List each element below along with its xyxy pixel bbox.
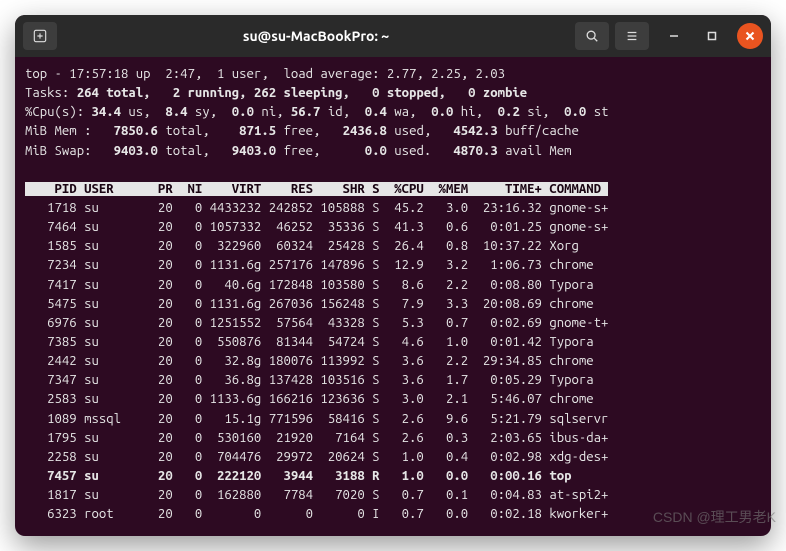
search-button[interactable] [575, 22, 609, 50]
tasks-line: Tasks: 264 total, 2 running, 262 sleepin… [25, 86, 527, 100]
process-row: 6976 su 20 0 1251552 57564 43328 S 5.3 0… [25, 316, 608, 330]
menu-button[interactable] [615, 22, 649, 50]
process-row: 2442 su 20 0 32.8g 180076 113992 S 3.6 2… [25, 354, 594, 368]
process-row: 1089 mssql 20 0 15.1g 771596 58416 S 2.6… [25, 412, 608, 426]
uptime-line: top - 17:57:18 up 2:47, 1 user, load ave… [25, 67, 505, 81]
process-row: 2258 su 20 0 704476 29972 20624 S 1.0 0.… [25, 450, 608, 464]
process-row: 1795 su 20 0 530160 21920 7164 S 2.6 0.3… [25, 431, 608, 445]
new-tab-icon [33, 29, 47, 43]
hamburger-icon [625, 29, 639, 43]
process-row: 2583 su 20 0 1133.6g 166216 123636 S 3.0… [25, 392, 594, 406]
process-row: 7385 su 20 0 550876 81344 54724 S 4.6 1.… [25, 335, 594, 349]
terminal-body[interactable]: top - 17:57:18 up 2:47, 1 user, load ave… [15, 57, 771, 536]
close-icon [745, 31, 755, 41]
process-row: 1718 su 20 0 4433232 242852 105888 S 45.… [25, 201, 608, 215]
close-button[interactable] [737, 23, 763, 49]
process-row: 7464 su 20 0 1057332 46252 35336 S 41.3 … [25, 220, 608, 234]
new-tab-button[interactable] [23, 22, 57, 50]
minimize-icon [669, 31, 679, 41]
minimize-button[interactable] [661, 23, 687, 49]
process-row: 1585 su 20 0 322960 60324 25428 S 26.4 0… [25, 239, 579, 253]
column-header: PID USER PR NI VIRT RES SHR S %CPU %MEM … [25, 182, 608, 196]
process-row: 1817 su 20 0 162880 7784 7020 S 0.7 0.1 … [25, 488, 608, 502]
search-icon [585, 29, 599, 43]
process-row: 7234 su 20 0 1131.6g 257176 147896 S 12.… [25, 258, 594, 272]
cpu-line: %Cpu(s): 34.4 us, 8.4 sy, 0.0 ni, 56.7 i… [25, 105, 608, 119]
mem-line: MiB Mem : 7850.6 total, 871.5 free, 2436… [25, 124, 579, 138]
process-row: 6323 root 20 0 0 0 0 I 0.7 0.0 0:02.18 k… [25, 507, 608, 521]
process-row: 5475 su 20 0 1131.6g 267036 156248 S 7.9… [25, 297, 594, 311]
window-title: su@su-MacBookPro: ~ [63, 28, 569, 44]
maximize-button[interactable] [699, 23, 725, 49]
titlebar: su@su-MacBookPro: ~ [15, 15, 771, 57]
process-row: 7417 su 20 0 40.6g 172848 103580 S 8.6 2… [25, 278, 594, 292]
terminal-window: su@su-MacBookPro: ~ top - 17:57:18 up 2:… [15, 15, 771, 536]
process-row: 7457 su 20 0 222120 3944 3188 R 1.0 0.0 … [25, 469, 572, 483]
process-row: 7347 su 20 0 36.8g 137428 103516 S 3.6 1… [25, 373, 594, 387]
swap-line: MiB Swap: 9403.0 total, 9403.0 free, 0.0… [25, 144, 572, 158]
maximize-icon [707, 31, 717, 41]
